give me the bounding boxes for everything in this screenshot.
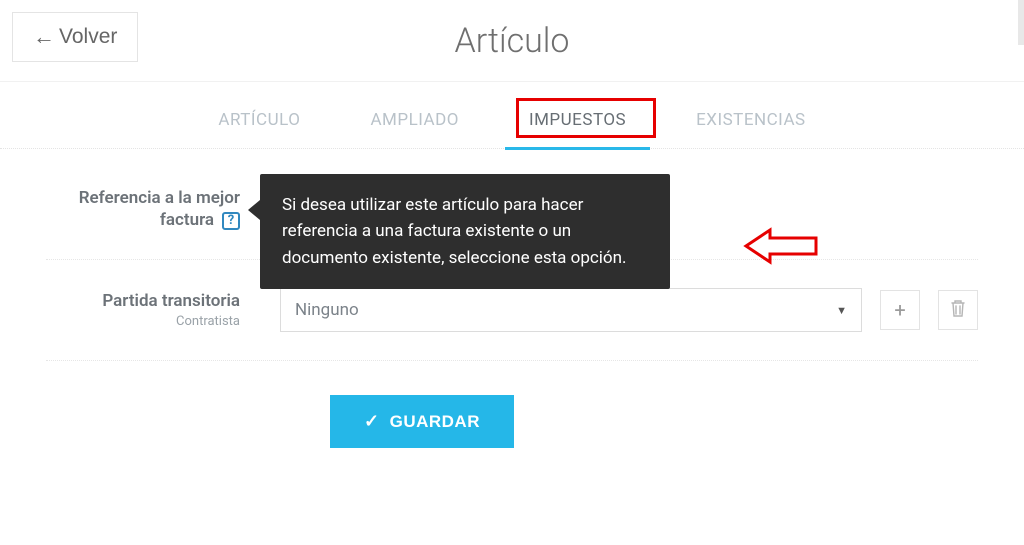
trash-icon <box>950 298 966 322</box>
top-bar: ← Volver Artículo <box>0 0 1024 82</box>
tab-bar: ARTÍCULO AMPLIADO IMPUESTOS EXISTENCIAS <box>0 104 1024 149</box>
field-partida: Ninguno ▼ + <box>250 288 978 332</box>
help-tooltip: Si desea utilizar este artículo para hac… <box>260 174 670 289</box>
back-button[interactable]: ← Volver <box>12 12 138 62</box>
save-row: ✓ GUARDAR <box>46 361 978 448</box>
save-button[interactable]: ✓ GUARDAR <box>330 395 514 448</box>
help-icon[interactable]: ? <box>222 212 240 230</box>
check-icon: ✓ <box>364 411 380 432</box>
tab-ampliado[interactable]: AMPLIADO <box>360 104 469 136</box>
label-partida-sub: Contratista <box>46 314 240 329</box>
label-partida: Partida transitoria Contratista <box>46 288 250 329</box>
plus-icon: + <box>894 298 905 322</box>
partida-select[interactable]: Ninguno ▼ <box>280 288 862 332</box>
chevron-down-icon: ▼ <box>836 304 847 317</box>
help-tooltip-text: Si desea utilizar este artículo para hac… <box>282 195 626 268</box>
partida-select-value: Ninguno <box>295 300 359 320</box>
label-reference-text: Referencia a la mejor factura <box>79 188 240 230</box>
back-button-label: Volver <box>59 25 117 49</box>
arrow-left-icon: ← <box>33 26 55 48</box>
tab-articulo[interactable]: ARTÍCULO <box>208 104 310 136</box>
label-reference: Referencia a la mejor factura ? <box>46 185 250 231</box>
scrollbar-hint <box>1018 0 1024 45</box>
save-button-label: GUARDAR <box>390 412 480 432</box>
tab-existencias[interactable]: EXISTENCIAS <box>686 104 816 136</box>
page-title: Artículo <box>455 21 570 61</box>
delete-button[interactable] <box>938 290 978 330</box>
tab-impuestos[interactable]: IMPUESTOS <box>519 104 636 136</box>
label-partida-text: Partida transitoria <box>46 290 240 312</box>
add-button[interactable]: + <box>880 290 920 330</box>
